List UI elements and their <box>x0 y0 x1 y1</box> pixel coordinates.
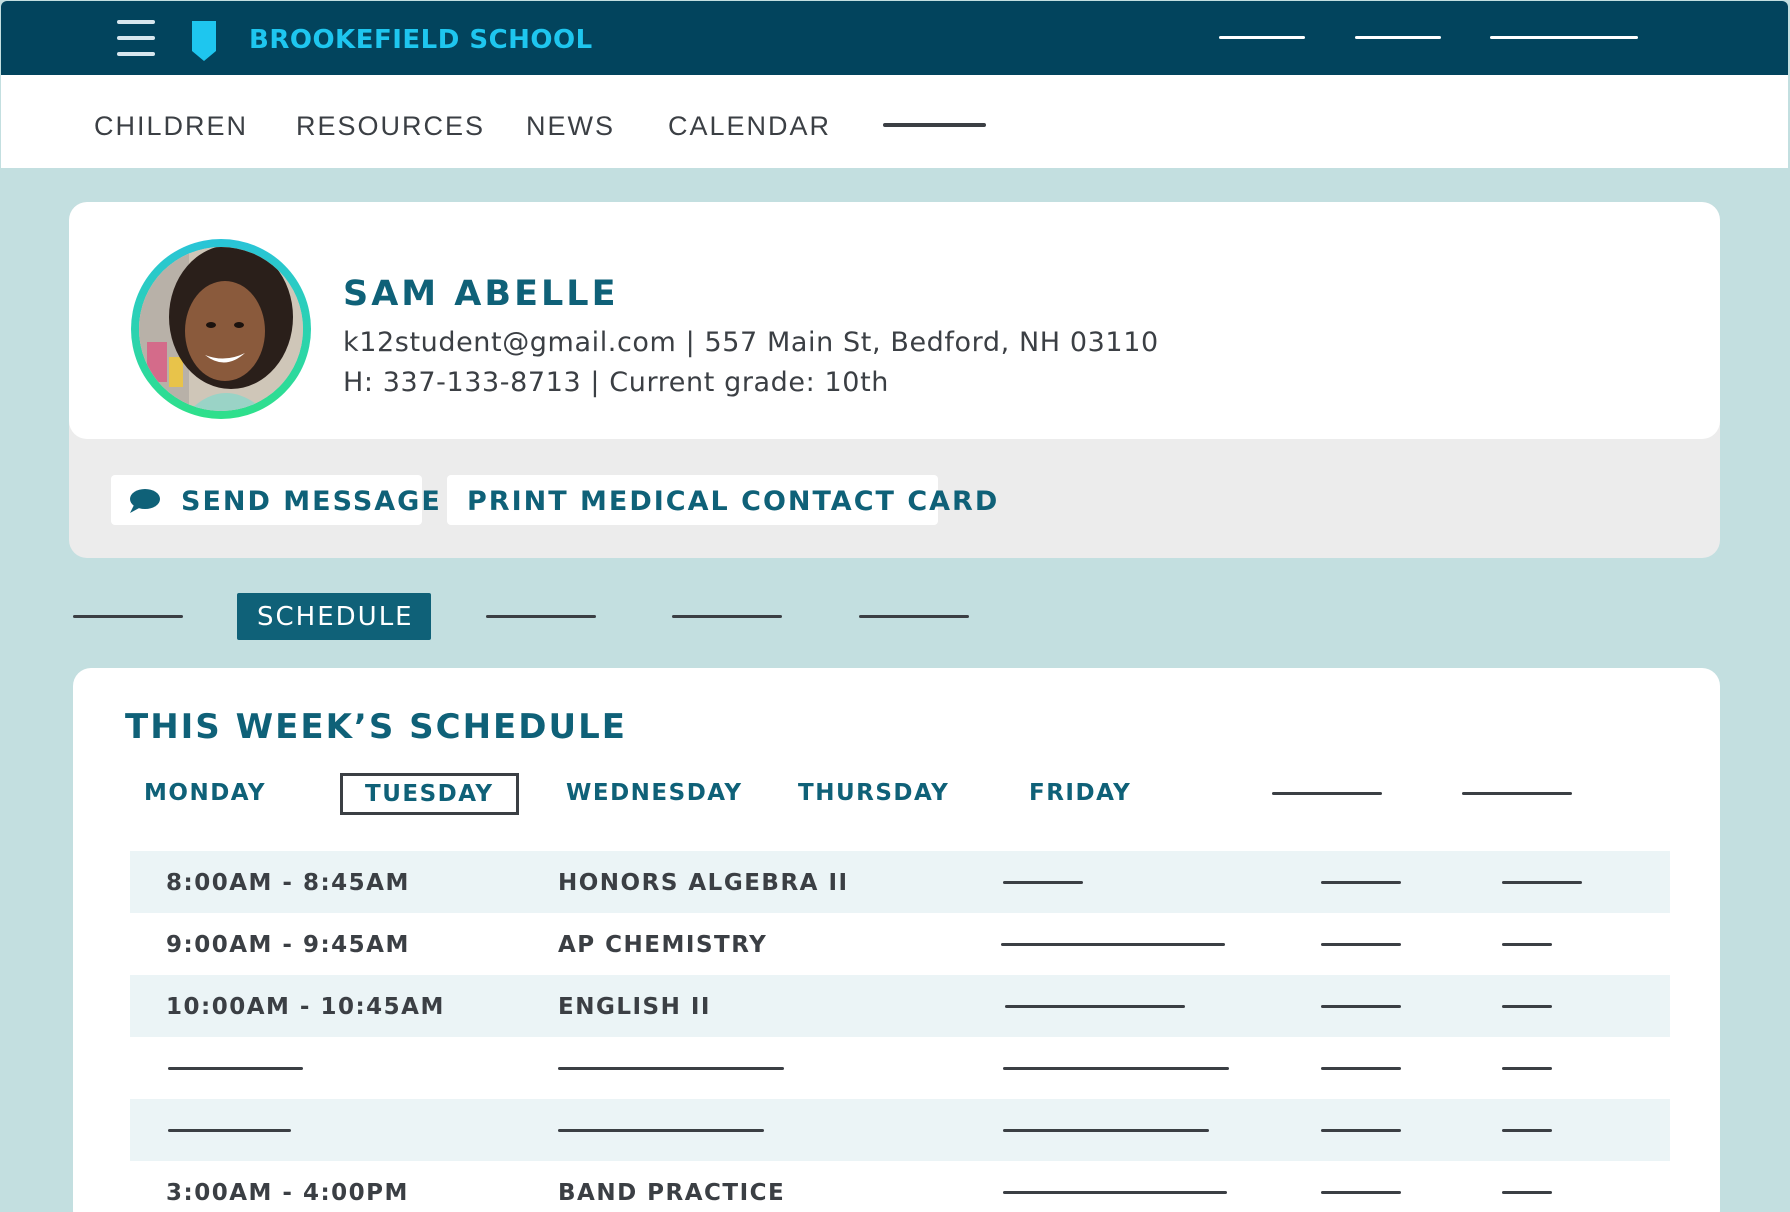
schedule-time: 9:00AM - 9:45AM <box>166 932 410 958</box>
schedule-row[interactable]: 3:00AM - 4:00PM BAND PRACTICE <box>130 1161 1670 1212</box>
cell-placeholder <box>1003 881 1083 884</box>
print-medical-card-button[interactable]: PRINT MEDICAL CONTACT CARD <box>447 475 997 525</box>
cell-placeholder <box>168 1067 303 1070</box>
school-logo-icon <box>192 21 216 61</box>
menu-icon[interactable] <box>117 20 155 56</box>
cell-placeholder <box>558 1129 764 1132</box>
day-tab-thursday[interactable]: THURSDAY <box>798 780 949 806</box>
top-bar: BROOKEFIELD SCHOOL <box>1 1 1788 75</box>
app-frame: BROOKEFIELD SCHOOL CHILDREN RESOURCES NE… <box>0 0 1790 1212</box>
school-name[interactable]: BROOKEFIELD SCHOOL <box>249 25 593 55</box>
cell-placeholder <box>1003 1129 1209 1132</box>
main-nav: CHILDREN RESOURCES NEWS CALENDAR <box>1 75 1788 168</box>
schedule-time: 8:00AM - 8:45AM <box>166 870 410 896</box>
schedule-row[interactable]: 8:00AM - 8:45AM HONORS ALGEBRA II <box>130 851 1670 913</box>
student-info-panel: SAM ABELLE k12student@gmail.com | 557 Ma… <box>69 202 1720 439</box>
send-message-button[interactable]: SEND MESSAGE <box>111 475 440 525</box>
schedule-card: THIS WEEK’S SCHEDULE MONDAY TUESDAY WEDN… <box>73 668 1720 1212</box>
schedule-title: THIS WEEK’S SCHEDULE <box>125 707 628 747</box>
nav-item-resources[interactable]: RESOURCES <box>296 111 485 142</box>
top-link-placeholder[interactable] <box>1490 36 1638 39</box>
schedule-subject: AP CHEMISTRY <box>558 932 768 958</box>
student-avatar <box>139 247 303 411</box>
cell-placeholder <box>1003 1067 1229 1070</box>
cell-placeholder <box>1005 1005 1185 1008</box>
cell-placeholder <box>1003 1191 1227 1194</box>
student-contact-line: k12student@gmail.com | 557 Main St, Bedf… <box>343 327 1159 358</box>
tab-placeholder[interactable] <box>672 615 782 618</box>
cell-placeholder <box>1321 1067 1401 1070</box>
cell-placeholder <box>1321 1191 1401 1194</box>
top-link-placeholder[interactable] <box>1355 36 1441 39</box>
schedule-row[interactable]: 9:00AM - 9:45AM AP CHEMISTRY <box>130 913 1670 975</box>
student-profile-card: SAM ABELLE k12student@gmail.com | 557 Ma… <box>69 202 1720 558</box>
cell-placeholder <box>168 1129 291 1132</box>
schedule-subject: HONORS ALGEBRA II <box>558 870 849 896</box>
schedule-subject: ENGLISH II <box>558 994 711 1020</box>
nav-item-calendar[interactable]: CALENDAR <box>668 111 831 142</box>
cell-placeholder <box>1321 1129 1401 1132</box>
chat-bubble-icon <box>130 489 160 513</box>
day-tab-placeholder[interactable] <box>1272 792 1382 795</box>
cell-placeholder <box>1502 1129 1552 1132</box>
schedule-row[interactable] <box>130 1099 1670 1161</box>
cell-placeholder <box>1502 881 1582 884</box>
day-tab-tuesday[interactable]: TUESDAY <box>340 773 519 815</box>
cell-placeholder <box>1502 943 1552 946</box>
cell-placeholder <box>1321 943 1401 946</box>
schedule-row[interactable]: 10:00AM - 10:45AM ENGLISH II <box>130 975 1670 1037</box>
cell-placeholder <box>1502 1005 1552 1008</box>
day-tab-placeholder[interactable] <box>1462 792 1572 795</box>
cell-placeholder <box>1502 1067 1552 1070</box>
nav-item-children[interactable]: CHILDREN <box>94 111 248 142</box>
schedule-row[interactable] <box>130 1037 1670 1099</box>
top-link-placeholder[interactable] <box>1219 36 1305 39</box>
tab-placeholder[interactable] <box>73 615 183 618</box>
schedule-subject: BAND PRACTICE <box>558 1180 786 1206</box>
cell-placeholder <box>558 1067 784 1070</box>
cell-placeholder <box>1321 1005 1401 1008</box>
avatar-ring <box>131 239 311 419</box>
student-phone-grade-line: H: 337-133-8713 | Current grade: 10th <box>343 367 889 398</box>
tab-schedule-label: SCHEDULE <box>257 602 414 632</box>
cell-placeholder <box>1001 943 1225 946</box>
tab-placeholder[interactable] <box>486 615 596 618</box>
nav-item-news[interactable]: NEWS <box>526 111 615 142</box>
cell-placeholder <box>1321 881 1401 884</box>
cell-placeholder <box>1502 1191 1552 1194</box>
nav-item-placeholder[interactable] <box>883 123 986 127</box>
tab-schedule[interactable]: SCHEDULE <box>237 593 431 640</box>
schedule-time: 10:00AM - 10:45AM <box>166 994 445 1020</box>
student-name: SAM ABELLE <box>343 274 619 314</box>
day-tab-wednesday[interactable]: WEDNESDAY <box>566 780 743 806</box>
tab-placeholder[interactable] <box>859 615 969 618</box>
send-message-label: SEND MESSAGE <box>181 486 442 517</box>
day-tab-monday[interactable]: MONDAY <box>144 780 266 806</box>
day-tab-friday[interactable]: FRIDAY <box>1029 780 1131 806</box>
print-medical-card-label: PRINT MEDICAL CONTACT CARD <box>467 486 1000 517</box>
schedule-time: 3:00AM - 4:00PM <box>166 1180 409 1206</box>
